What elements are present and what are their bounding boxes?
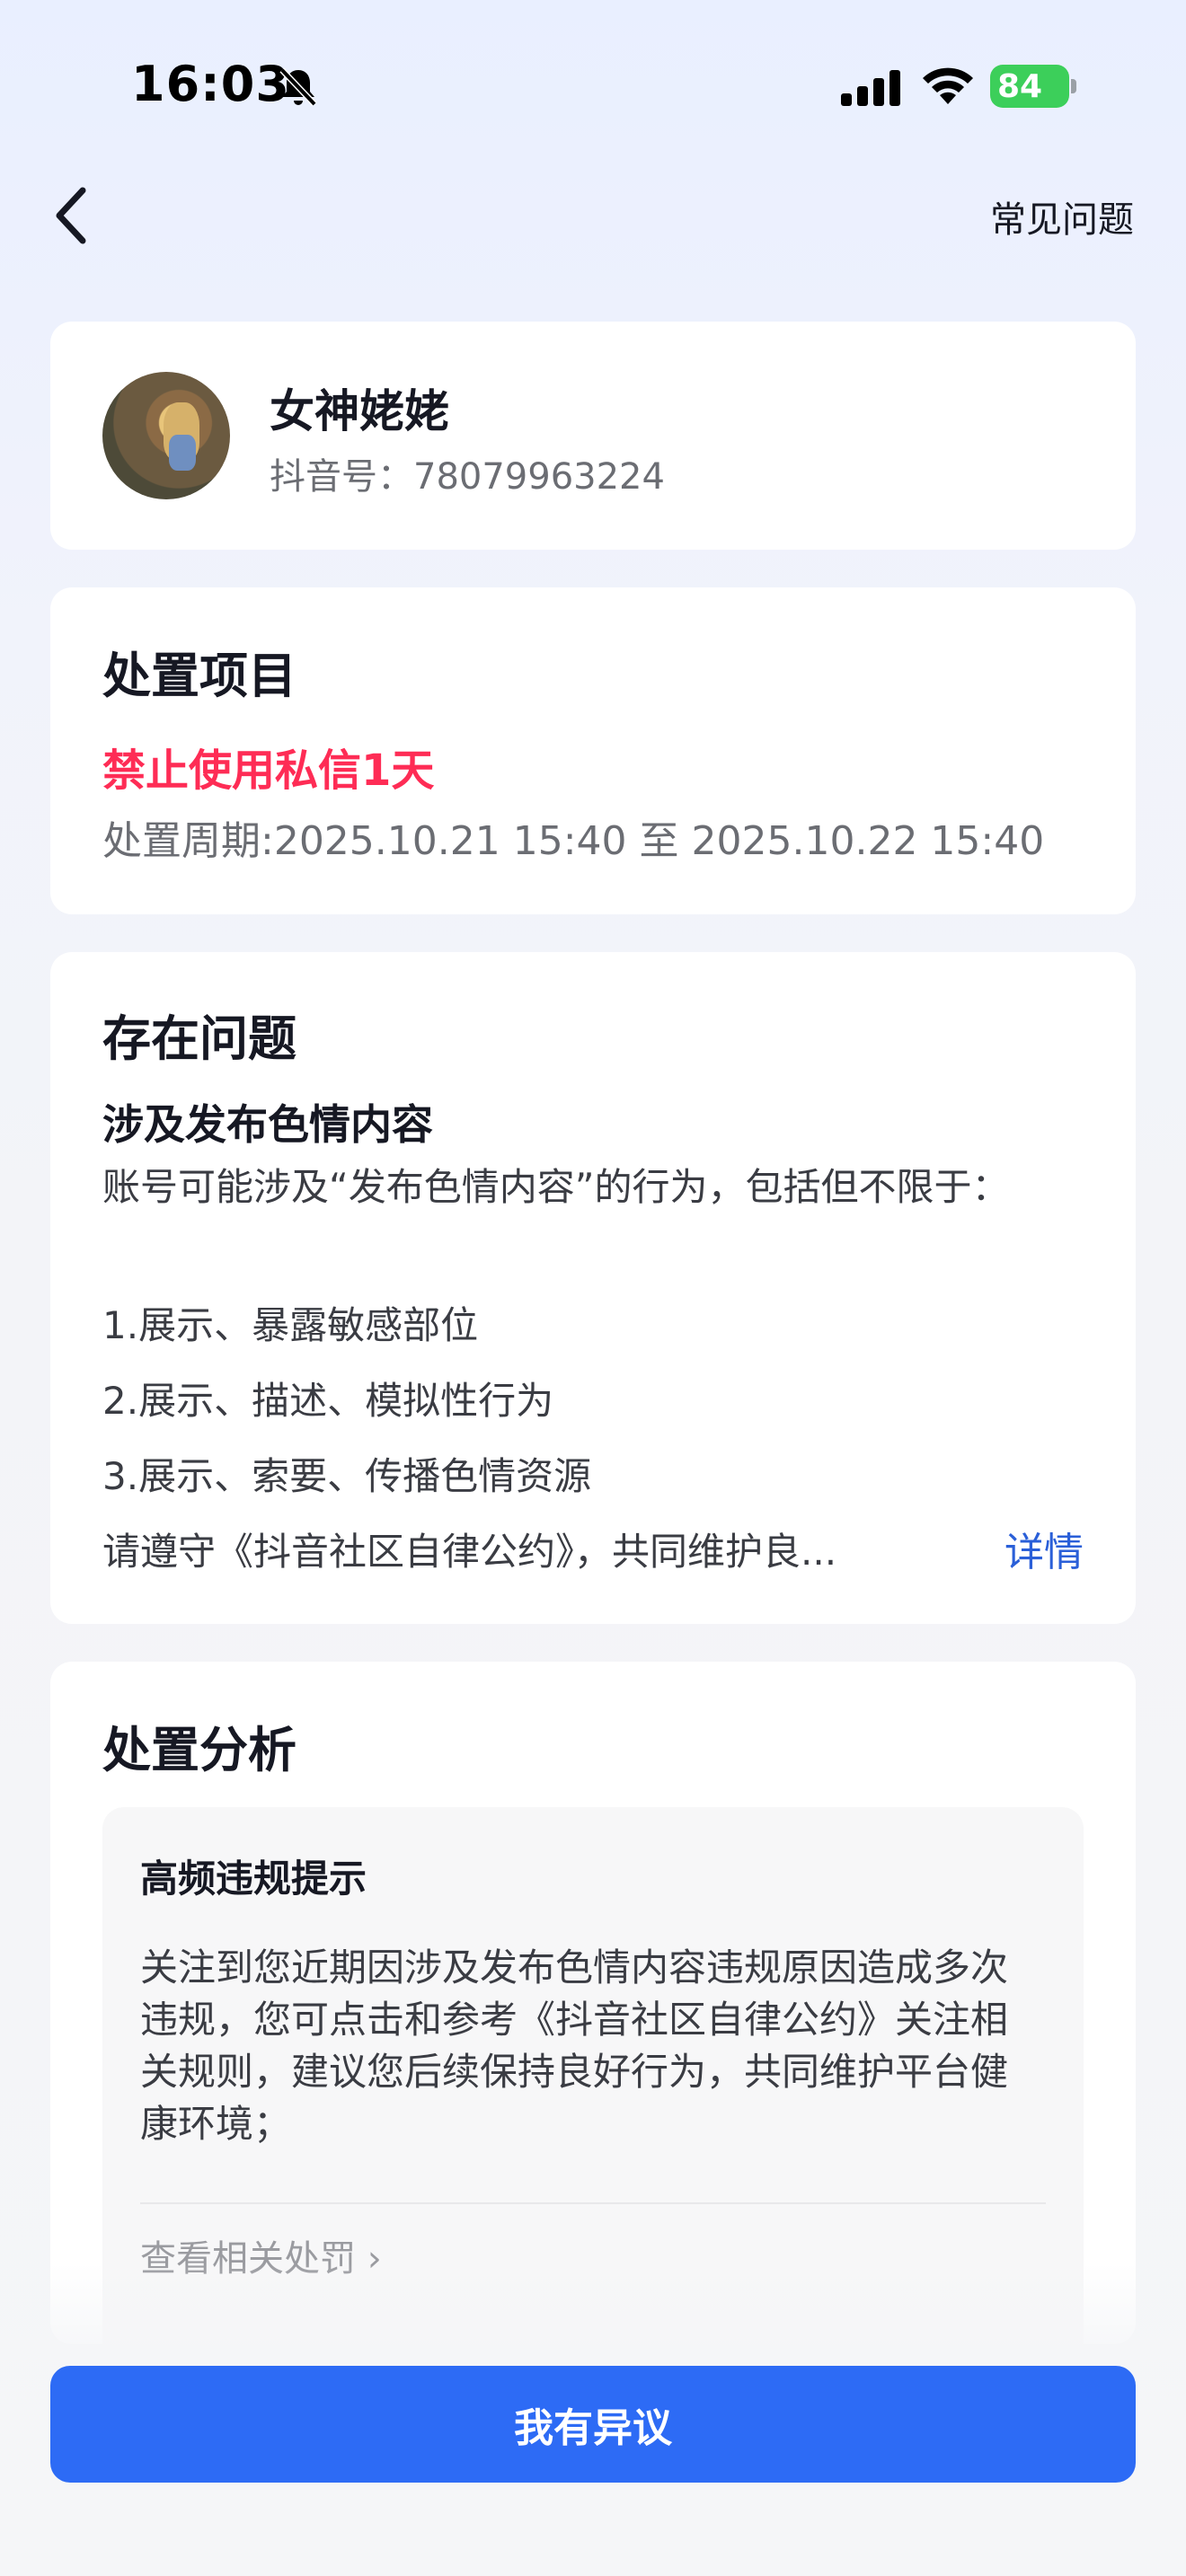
action-card-title: 处置项目: [102, 648, 296, 704]
appeal-button[interactable]: 我有异议: [50, 2366, 1136, 2483]
user-id: 抖音号：78079963224: [270, 456, 665, 498]
faq-link[interactable]: 常见问题: [990, 190, 1134, 243]
bottom-fade: [0, 2263, 1186, 2362]
issue-item: 2.展示、描述、模拟性行为: [102, 1379, 554, 1423]
action-item: 禁止使用私信1天: [102, 745, 435, 796]
action-card: 处置项目 禁止使用私信1天 处置周期:2025.10.21 15:40 至 20…: [50, 587, 1136, 914]
detail-link[interactable]: 详情: [1005, 1520, 1084, 1577]
wifi-icon: [923, 67, 973, 104]
issue-card-title: 存在问题: [102, 1010, 296, 1067]
battery-level: 84: [997, 68, 1043, 105]
divider: [140, 2202, 1046, 2204]
analysis-card-title: 处置分析: [102, 1722, 296, 1778]
analysis-card: 处置分析 高频违规提示 关注到您近期因涉及发布色情内容违规原因造成多次违规，您可…: [50, 1662, 1136, 2346]
signal-icon: [841, 70, 900, 106]
action-period: 处置周期:2025.10.21 15:40 至 2025.10.22 15:40: [102, 818, 1045, 864]
status-time: 16:03: [131, 56, 290, 112]
back-arrow-icon: [56, 187, 86, 244]
hint-title: 高频违规提示: [140, 1857, 367, 1901]
bell-off-icon: [279, 67, 317, 107]
issue-card: 存在问题 涉及发布色情内容 账号可能涉及“发布色情内容”的行为，包括但不限于： …: [50, 952, 1136, 1624]
issue-subtitle: 涉及发布色情内容: [102, 1100, 433, 1149]
issue-item: 1.展示、暴露敏感部位: [102, 1303, 479, 1347]
issue-note: 请遵守《抖音社区自律公约》，共同维护良...: [102, 1530, 837, 1574]
status-bar: 16:03 84: [0, 0, 1186, 171]
back-button[interactable]: [47, 176, 104, 255]
issue-item: 3.展示、索要、传播色情资源: [102, 1454, 592, 1498]
hint-body: 关注到您近期因涉及发布色情内容违规原因造成多次违规，您可点击和参考《抖音社区自律…: [140, 1945, 1009, 2146]
user-name: 女神姥姥: [270, 385, 449, 437]
avatar[interactable]: [102, 372, 230, 499]
issue-description: 账号可能涉及“发布色情内容”的行为，包括但不限于：: [102, 1165, 1010, 1209]
battery-icon: 84: [990, 65, 1078, 108]
user-card: 女神姥姥 抖音号：78079963224: [50, 322, 1136, 550]
